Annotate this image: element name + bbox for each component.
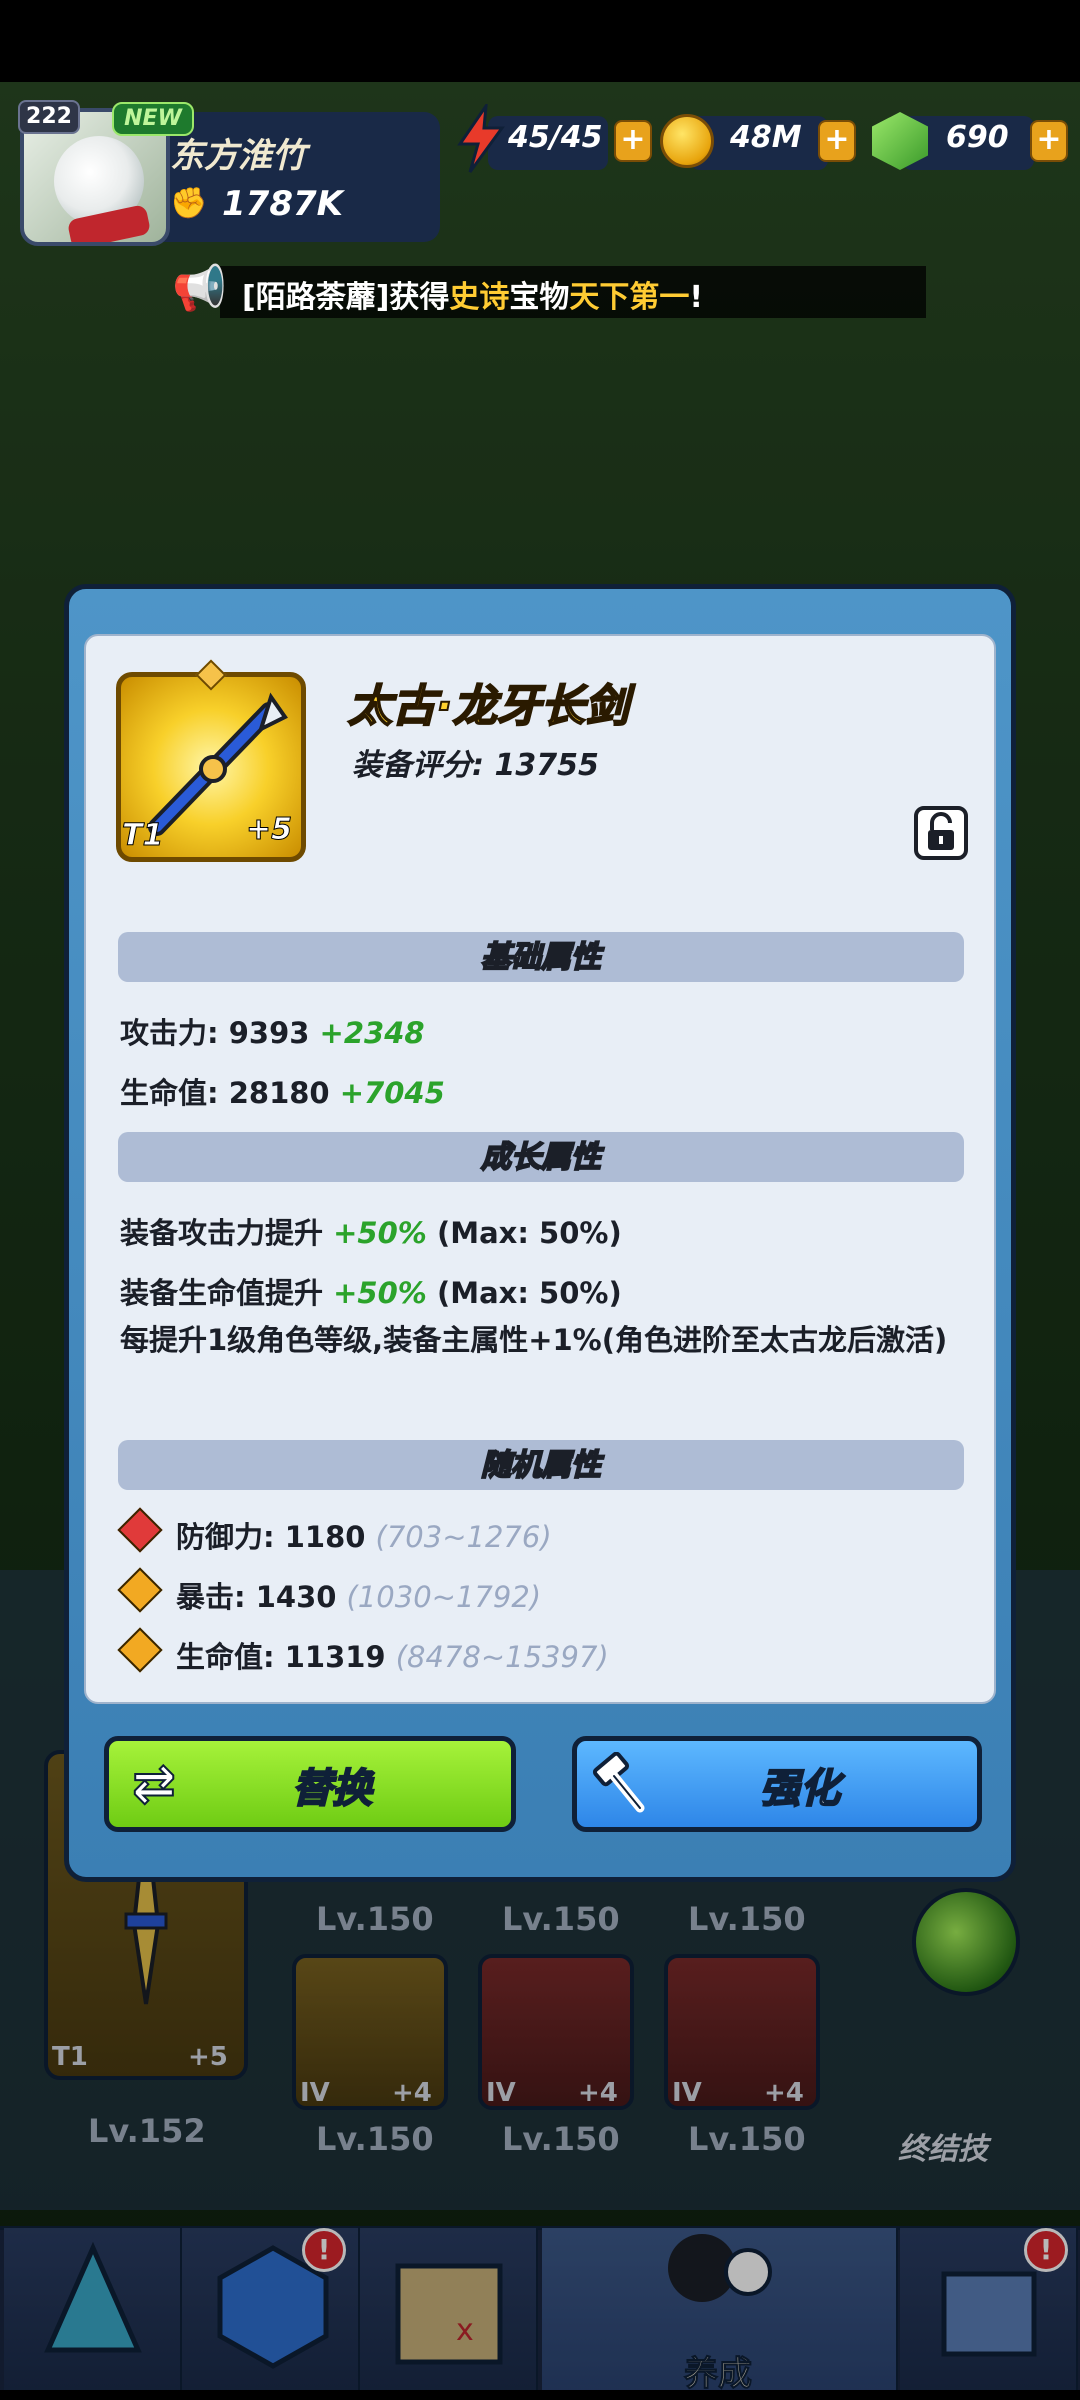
section-random-title: 随机属性: [480, 1447, 602, 1484]
stat-attack: 攻击力: 9393 +2348: [120, 1016, 425, 1050]
lightning-icon: [457, 104, 505, 173]
hammer-icon: [592, 1752, 645, 1813]
unlock-icon: [928, 812, 954, 850]
section-growth-title: 成长属性: [480, 1139, 602, 1176]
add-coins-button[interactable]: +: [818, 120, 856, 162]
growth-hp: 装备生命值提升 +50% (Max: 50%): [120, 1276, 622, 1310]
random-hp: 生命值: 11319 (8478~15397): [176, 1640, 609, 1674]
status-bar: [0, 0, 1080, 82]
item-tier: T1: [121, 818, 164, 854]
add-energy-button[interactable]: +: [614, 120, 652, 162]
fist-icon: ✊: [170, 186, 208, 221]
lock-button[interactable]: [914, 806, 968, 860]
megaphone-icon: 📢: [172, 263, 227, 314]
enhance-button-label: 强化: [759, 1765, 841, 1813]
random-crit: 暴击: 1430 (1030~1792): [176, 1580, 542, 1614]
item-enhance-level: +5: [245, 812, 293, 848]
coin-icon: [660, 114, 714, 168]
swap-icon: ⇄: [131, 1753, 177, 1815]
replace-button-label: 替换: [291, 1765, 373, 1813]
coin-value: 48M: [730, 120, 802, 155]
stat-hp: 生命值: 28180 +7045: [120, 1076, 445, 1110]
growth-description: 每提升1级角色等级,装备主属性+1%(角色进阶至太古龙后激活): [120, 1323, 948, 1357]
growth-attack: 装备攻击力提升 +50% (Max: 50%): [120, 1216, 622, 1250]
player-name: 东方淮竹: [170, 136, 306, 176]
combat-power: 1787K: [222, 184, 343, 224]
add-gems-button[interactable]: +: [1030, 120, 1068, 162]
announcement-text: [陌路荼蘼]获得史诗宝物天下第一!: [242, 280, 704, 315]
random-defense: 防御力: 1180 (703~1276): [176, 1520, 552, 1554]
item-name: 太古·龙牙长剑: [347, 680, 630, 733]
gem-value: 690: [946, 120, 1009, 155]
section-basic-title: 基础属性: [480, 939, 602, 976]
energy-value: 45/45: [508, 120, 603, 155]
player-level: 222: [18, 100, 80, 134]
item-score: 装备评分: 13755: [352, 748, 599, 783]
